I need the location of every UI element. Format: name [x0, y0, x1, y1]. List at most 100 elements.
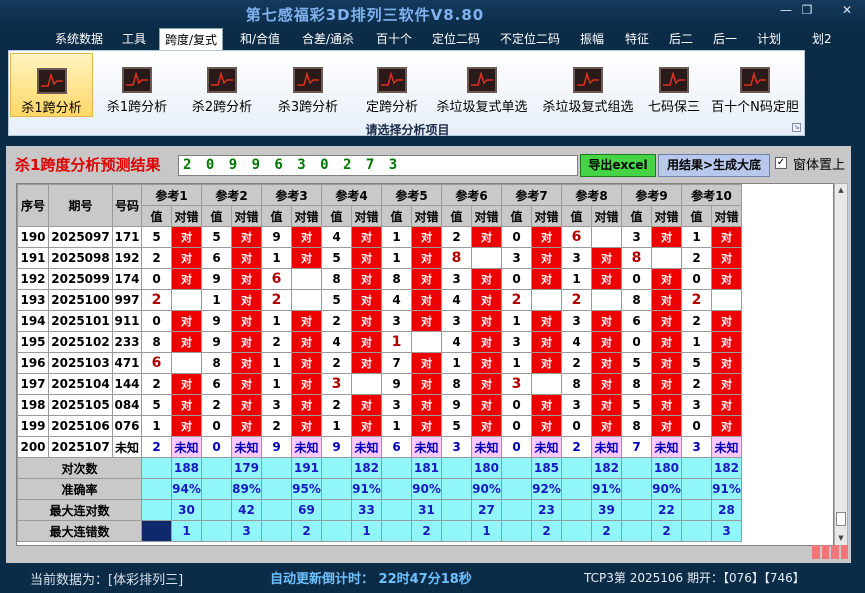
chart-icon — [36, 68, 67, 94]
row-seq: 190 — [17, 226, 49, 248]
table-row[interactable]: 193 2025100 997 2 1 对 2 5 对 4 对 4 对 2 2 8 对 2 — [17, 289, 742, 311]
menu-bar: 系统数据 工具 跨度/复式 和/合值 合差/通杀 百十个 定位二码 不定位二码 … — [0, 28, 865, 50]
row-ref-hit: 对 — [591, 352, 622, 374]
row-ref-value: 3 — [621, 226, 652, 248]
ribbon-button-kill3-span[interactable]: 杀3跨分析 — [267, 53, 349, 117]
row-ref-value: 1 — [261, 352, 292, 374]
row-ref-value: 4 — [561, 331, 592, 353]
table-row[interactable]: 196 2025103 471 6 8 对 1 对 2 对 7 对 1 对 1 对 2 对 5 对 5 对 — [17, 352, 742, 374]
row-ref-value: 1 — [141, 415, 172, 437]
row-ref-value: 4 — [441, 289, 472, 311]
row-seq: 191 — [17, 247, 49, 269]
row-ref-miss — [651, 247, 682, 269]
menu-position-two[interactable]: 定位二码 — [432, 30, 480, 47]
ribbon-button-kill2-span[interactable]: 杀2跨分析 — [181, 53, 263, 117]
result-field[interactable]: 2 0 9 9 6 3 0 2 7 3 — [178, 155, 578, 176]
dialog-launcher-icon[interactable]: ↘ — [792, 123, 801, 132]
row-ref-value: 5 — [141, 226, 172, 248]
scroll-down-icon[interactable]: ▼ — [836, 532, 846, 544]
row-number: 911 — [112, 310, 142, 332]
row-ref-hit: 对 — [711, 352, 742, 374]
row-ref-miss — [471, 247, 502, 269]
row-ref-value: 4 — [441, 331, 472, 353]
stats-pad — [501, 520, 532, 542]
col-header-hit: 对错 — [651, 205, 682, 227]
row-ref-value: 3 — [561, 394, 592, 416]
ontop-label: 窗体置上 — [793, 158, 846, 173]
scroll-thumb[interactable] — [836, 512, 846, 526]
row-ref-value: 1 — [561, 268, 592, 290]
ribbon-button-label: 杀1跨分析 — [21, 101, 82, 116]
stats-value: 91% — [351, 478, 382, 500]
menu-last-two[interactable]: 后二 — [669, 30, 693, 47]
stats-value: 91% — [591, 478, 622, 500]
row-seq: 192 — [17, 268, 49, 290]
row-ref-hit: 对 — [351, 268, 382, 290]
menu-hundreds-tens-units[interactable]: 百十个 — [376, 30, 412, 47]
stats-row: 最大连对数 30 42 69 33 31 27 23 39 22 28 — [17, 499, 742, 521]
table-row[interactable]: 192 2025099 174 0 对 9 对 6 8 对 8 对 3 对 0 对 1 对 0 对 0 对 — [17, 268, 742, 290]
row-ref-value: 3 — [441, 436, 472, 458]
row-ref-value: 8 — [441, 373, 472, 395]
vertical-scrollbar[interactable]: ▲ ▼ — [834, 183, 848, 546]
table-row[interactable]: 198 2025105 084 5 对 2 对 3 对 2 对 3 对 9 对 0 对 3 对 5 对 3 对 — [17, 394, 742, 416]
row-ref-miss — [711, 289, 742, 311]
menu-diff-kill[interactable]: 合差/通杀 — [302, 30, 354, 47]
menu-plan-2[interactable]: 划2 — [812, 30, 832, 47]
scroll-up-icon[interactable]: ▲ — [836, 184, 846, 196]
minimize-button[interactable]: — — [775, 3, 797, 17]
maximize-button[interactable]: ❐ — [796, 3, 818, 17]
menu-system-data[interactable]: 系统数据 — [55, 30, 103, 47]
ribbon-button-kill1-span[interactable]: 杀1跨分析 — [97, 53, 177, 117]
menu-nonposition-two[interactable]: 不定位二码 — [500, 30, 560, 47]
table-row-upcoming[interactable]: 200 2025107 未知 2 未知 0 未知 9 未知 9 未知 6 未知 3 未知 0 未知 2 未知 7 未知 3… — [17, 436, 742, 458]
table-row[interactable]: 194 2025101 911 0 对 9 对 1 对 2 对 3 对 3 对 1 对 3 对 6 对 2 对 — [17, 310, 742, 332]
row-ref-unknown: 未知 — [171, 436, 202, 458]
row-seq: 196 — [17, 352, 49, 374]
stats-value: 185 — [531, 457, 562, 479]
table-row[interactable]: 191 2025098 192 2 对 6 对 1 对 5 对 1 对 8 3 对 3 对 8 2 对 — [17, 247, 742, 269]
ontop-checkbox[interactable]: ✓ — [775, 157, 787, 169]
row-ref-value: 1 — [261, 247, 292, 269]
row-seq: 195 — [17, 331, 49, 353]
table-row[interactable]: 195 2025102 233 8 对 9 对 2 对 4 对 1 4 对 3 对 4 对 0 对 1 对 — [17, 331, 742, 353]
table-row[interactable]: 199 2025106 076 1 对 0 对 2 对 1 对 1 对 5 对 0 对 0 对 8 对 0 对 — [17, 415, 742, 437]
col-header-hit: 对错 — [591, 205, 622, 227]
ribbon-button-fixed-span[interactable]: 定跨分析 — [352, 53, 432, 117]
ribbon-button-kill-junk-single[interactable]: 杀垃圾复式单选 — [431, 53, 533, 117]
row-ref-hit: 对 — [591, 310, 622, 332]
row-ref-hit: 对 — [411, 352, 442, 374]
header-row: 序号 期号 号码 参考1 参考2 参考3 参考4 参考5 参考6 参考7 参考8 参考9 参考10 — [17, 184, 742, 227]
stats-pad — [621, 478, 652, 500]
row-ref-miss — [171, 352, 202, 374]
menu-sum[interactable]: 和/合值 — [240, 30, 280, 47]
ribbon-button-kill1-span-active[interactable]: 杀1跨分析 — [10, 53, 93, 117]
menu-plan[interactable]: 计划 — [757, 30, 781, 47]
ribbon-button-kill-junk-group[interactable]: 杀垃圾复式组选 — [537, 53, 639, 117]
export-excel-button[interactable]: 导出excel — [580, 154, 656, 177]
table-row[interactable]: 190 2025097 171 5 对 5 对 9 对 4 对 1 对 2 对 0 对 6 3 对 1 对 — [17, 226, 742, 248]
menu-features[interactable]: 特征 — [625, 30, 649, 47]
generate-base-button[interactable]: 用结果>生成大底 — [658, 154, 770, 177]
stats-value: 2 — [411, 520, 442, 542]
row-ref-value: 8 — [321, 268, 352, 290]
close-button[interactable]: ✕ — [836, 3, 858, 17]
row-ref-hit: 对 — [531, 331, 562, 353]
menu-last-one[interactable]: 后一 — [713, 30, 737, 47]
menu-span-combo[interactable]: 跨度/复式 — [159, 28, 224, 50]
row-ref-miss — [291, 268, 322, 290]
row-ref-value: 6 — [201, 247, 232, 269]
ribbon-button-seven-code[interactable]: 七码保三 — [642, 53, 706, 117]
ribbon-button-n-code[interactable]: 百十个N码定胆 — [709, 53, 801, 117]
stats-value: 90% — [651, 478, 682, 500]
col-header-period: 期号 — [48, 184, 113, 227]
chart-icon — [293, 67, 323, 93]
stats-value: 22 — [651, 499, 682, 521]
row-ref-hit: 对 — [651, 268, 682, 290]
menu-tools[interactable]: 工具 — [122, 30, 146, 47]
table-row[interactable]: 197 2025104 144 2 对 6 对 1 对 3 9 对 8 对 3 8 对 8 对 2 对 — [17, 373, 742, 395]
ribbon-button-label: 百十个N码定胆 — [711, 100, 799, 115]
row-number: 471 — [112, 352, 142, 374]
stats-pad — [561, 520, 592, 542]
menu-amplitude[interactable]: 振幅 — [580, 30, 604, 47]
